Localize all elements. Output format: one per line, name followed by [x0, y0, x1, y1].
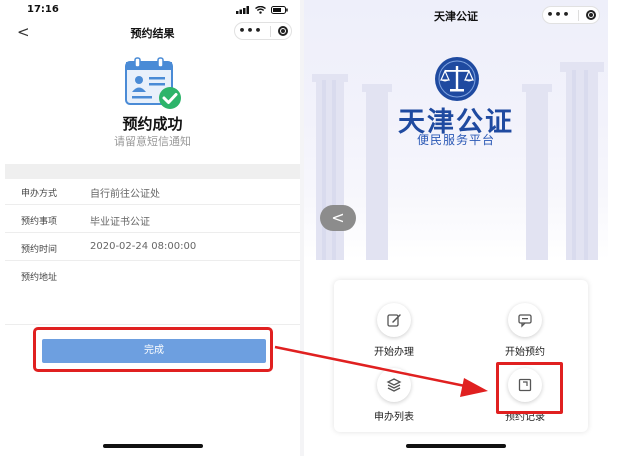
section-divider	[5, 164, 300, 179]
more-icon[interactable]: •••	[238, 25, 262, 36]
success-title: 预约成功	[122, 115, 183, 133]
mini-program-capsule: •••	[542, 6, 600, 24]
nav-bar: < 预约结果 •••	[5, 20, 300, 46]
detail-value: 2020-02-24 08:00:00	[90, 241, 197, 252]
detail-row-item: 预约事项 毕业证书公证	[5, 207, 300, 233]
battery-icon	[271, 6, 288, 14]
done-button[interactable]: 完成	[42, 339, 266, 363]
detail-row-method: 申办方式 自行前往公证处	[5, 179, 300, 205]
capsule-separator	[577, 9, 579, 21]
capsule-separator	[269, 25, 271, 37]
chat-icon	[508, 303, 542, 337]
menu-item-application-list[interactable]: 申办列表	[349, 368, 439, 423]
detail-row-time: 预约时间 2020-02-24 08:00:00	[5, 235, 300, 261]
layers-icon	[377, 368, 411, 402]
edit-icon	[377, 303, 411, 337]
close-program-icon[interactable]	[277, 26, 288, 36]
side-collapse-button[interactable]: <	[320, 205, 356, 231]
detail-value: 自行前往公证处	[90, 189, 160, 200]
more-icon[interactable]: •••	[546, 9, 570, 20]
detail-value: 毕业证书公证	[90, 217, 150, 228]
home-indicator	[102, 444, 203, 448]
detail-label: 预约事项	[21, 217, 58, 227]
detail-label: 预约时间	[21, 245, 58, 255]
home-indicator	[406, 444, 506, 448]
notary-emblem-icon	[435, 57, 479, 101]
wifi-icon	[255, 6, 266, 14]
signal-icon	[236, 6, 249, 14]
records-highlight-box	[496, 362, 563, 414]
status-time: 17:16	[27, 4, 59, 15]
mini-program-capsule: •••	[234, 22, 292, 40]
detail-label: 预约地址	[21, 273, 58, 283]
detail-row-address: 预约地址	[5, 263, 300, 325]
status-bar: 17:16	[5, 0, 300, 20]
menu-item-start-appointment[interactable]: 开始预约	[480, 303, 570, 358]
brand-subtitle: 便民服务平台	[416, 133, 495, 147]
menu-label: 开始预约	[505, 347, 545, 358]
close-program-icon[interactable]	[585, 10, 596, 20]
menu-label: 申办列表	[374, 412, 414, 423]
nav-bar: 天津公证 •••	[304, 4, 608, 30]
status-icons	[236, 6, 288, 14]
appointment-result-screen: 17:16 < 预约结果 ••• 预约成功 请留意短信通知 申办方式 自行前往公…	[5, 0, 300, 456]
detail-label: 申办方式	[21, 189, 58, 199]
notary-home-screen: 天津公证 便民服务平台 天津公证 ••• < 开始办理 开始预约 申办列表 预约…	[304, 0, 608, 456]
success-subtitle: 请留意短信通知	[114, 135, 191, 148]
menu-item-start-processing[interactable]: 开始办理	[349, 303, 439, 358]
menu-label: 开始办理	[374, 347, 414, 358]
calendar-success-icon	[125, 57, 181, 109]
